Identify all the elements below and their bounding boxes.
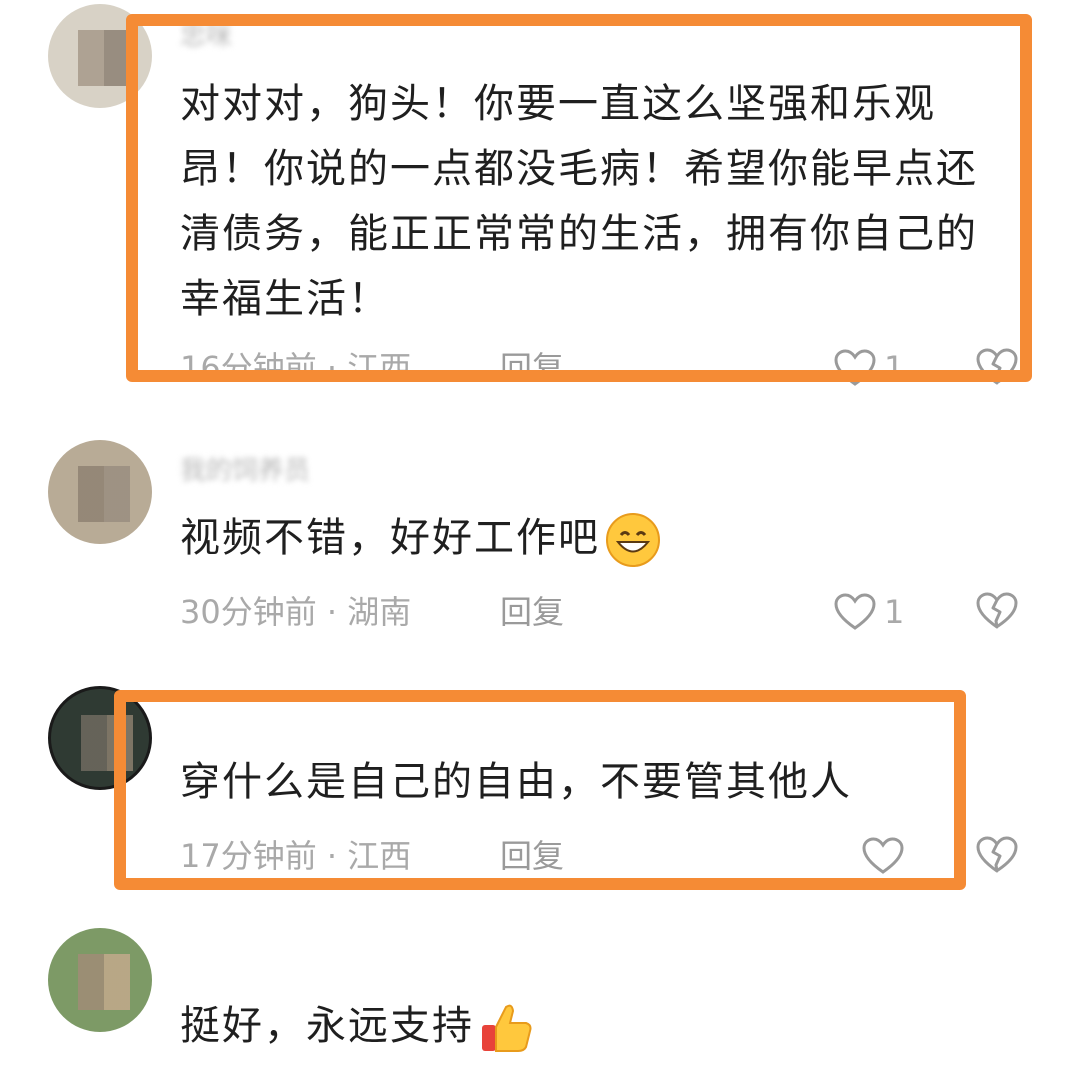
comment-text: 挺好，永远支持	[180, 994, 1010, 1059]
dislike-button[interactable]	[976, 592, 1020, 632]
dislike-button[interactable]	[976, 836, 1020, 876]
reply-button[interactable]: 回复	[500, 348, 564, 388]
username[interactable]: 忠咪	[180, 20, 430, 54]
like-count: 1	[884, 593, 905, 631]
broken-heart-icon	[976, 348, 1018, 385]
username[interactable]: 我的饲养员	[180, 454, 430, 488]
username[interactable]	[180, 938, 430, 972]
like-button[interactable]	[862, 836, 906, 876]
comment-meta: 16分钟前 · 江西 回复	[180, 348, 564, 388]
like-button[interactable]	[834, 592, 878, 632]
thumbs-up-emoji	[482, 1004, 532, 1052]
comment-meta: 30分钟前 · 湖南 回复	[180, 592, 564, 632]
avatar[interactable]	[48, 928, 152, 1032]
comment-item: 我的饲养员 视频不错，好好工作吧 30分钟前 · 湖南 回复 1	[0, 430, 1080, 650]
time-location: 30分钟前 · 湖南	[180, 593, 412, 631]
comment-text: 对对对，狗头！你要一直这么坚强和乐观昂！你说的一点都没毛病！希望你能早点还清债务…	[180, 81, 978, 322]
reply-button[interactable]: 回复	[500, 592, 564, 632]
comment-text: 视频不错，好好工作吧	[180, 506, 1010, 571]
broken-heart-icon	[976, 592, 1018, 629]
avatar[interactable]	[48, 440, 152, 544]
heart-outline-icon	[862, 837, 904, 874]
grinning-face-emoji	[606, 513, 660, 567]
avatar[interactable]	[48, 4, 152, 108]
heart-outline-icon	[834, 349, 876, 386]
comment-item: 穿什么是自己的自由，不要管其他人 17分钟前 · 江西 回复	[0, 680, 1080, 900]
comment-text: 穿什么是自己的自由，不要管其他人	[180, 759, 852, 805]
like-button[interactable]	[834, 348, 878, 388]
comment-meta: 17分钟前 · 江西 回复	[180, 836, 564, 876]
reply-button[interactable]: 回复	[500, 836, 564, 876]
time-location: 16分钟前 · 江西	[180, 349, 412, 387]
broken-heart-icon	[976, 836, 1018, 873]
time-location: 17分钟前 · 江西	[180, 837, 412, 875]
like-count: 1	[884, 349, 905, 387]
avatar[interactable]	[48, 686, 152, 790]
dislike-button[interactable]	[976, 348, 1020, 388]
comment-item: 挺好，永远支持	[0, 920, 1080, 1078]
comment-item: 忠咪 对对对，狗头！你要一直这么坚强和乐观昂！你说的一点都没毛病！希望你能早点还…	[0, 0, 1080, 400]
username[interactable]	[180, 700, 430, 734]
heart-outline-icon	[834, 593, 876, 630]
